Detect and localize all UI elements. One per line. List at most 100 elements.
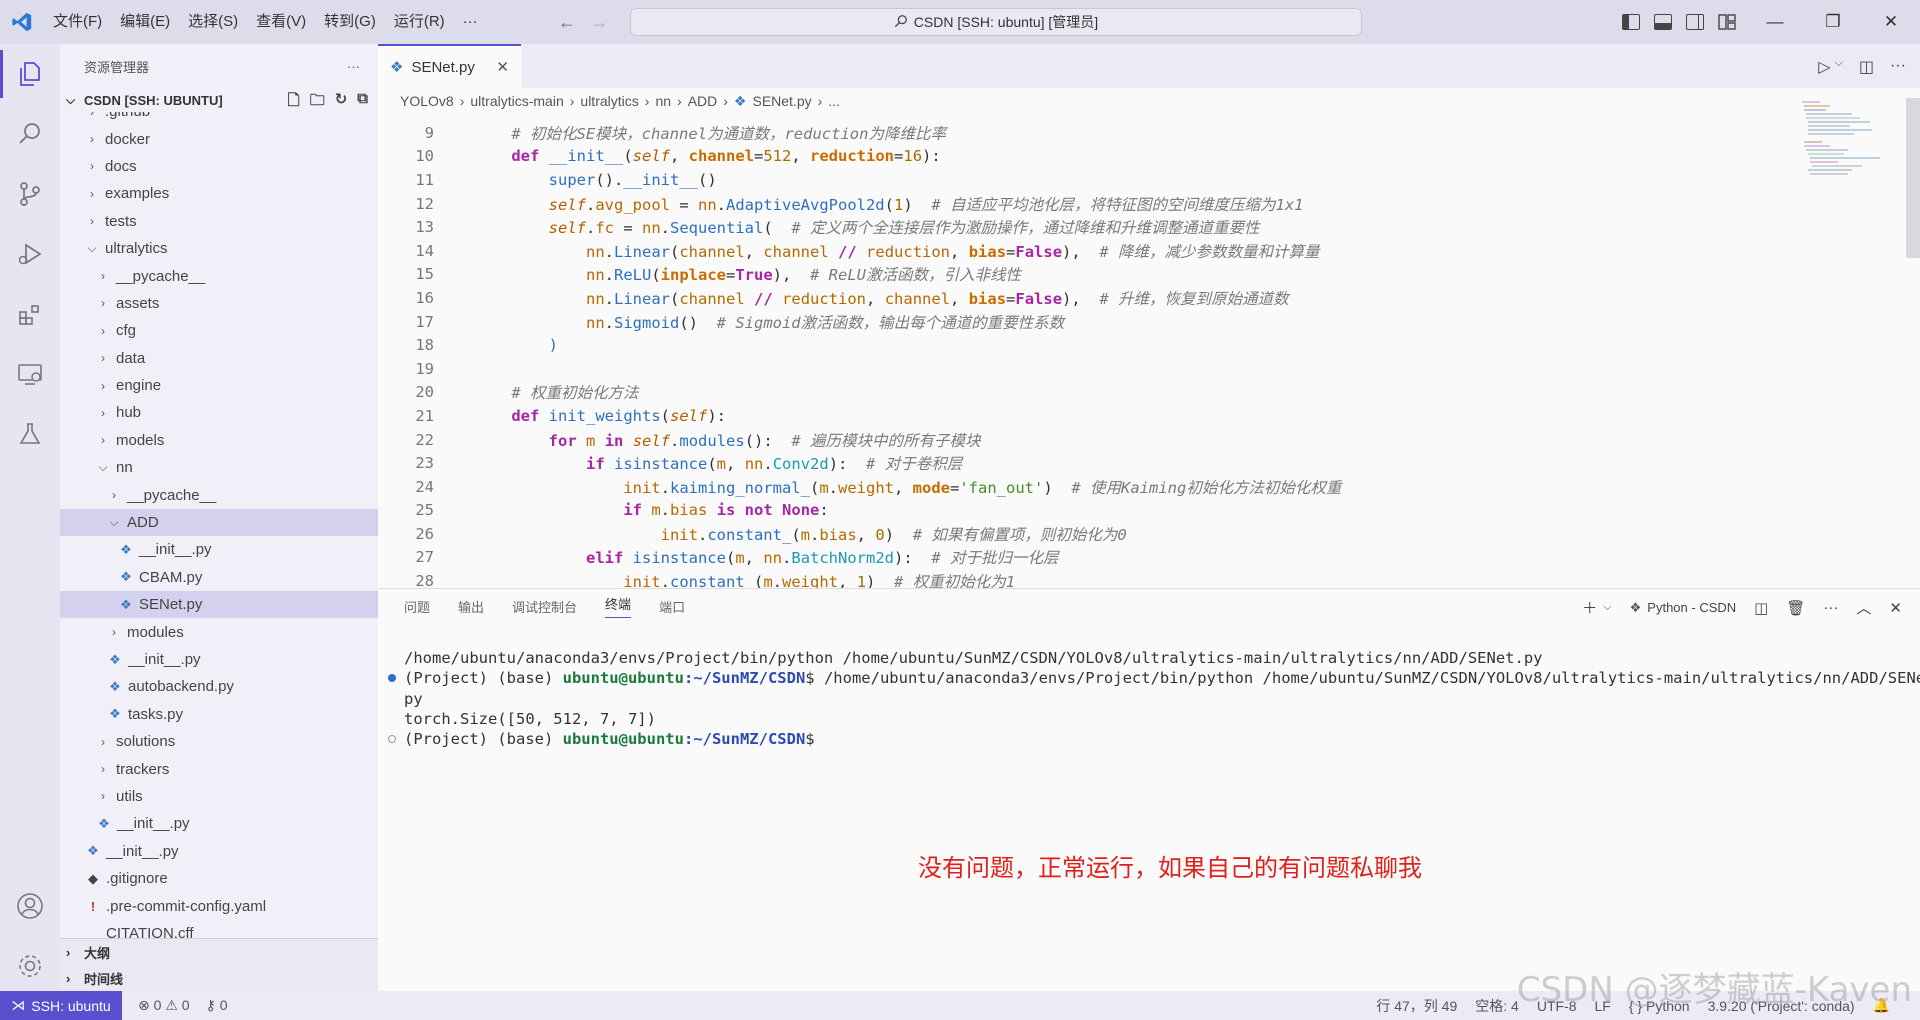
menu-run[interactable]: 运行(R) [385,0,454,44]
tree-folder[interactable]: › examples [60,180,378,207]
breadcrumb-item[interactable]: ADD [688,93,718,109]
breadcrumb-item[interactable]: ultralytics-main [470,93,563,109]
tree-folder[interactable]: › trackers [60,755,378,782]
tab-debug-console[interactable]: 调试控制台 [512,597,577,616]
explorer-icon[interactable] [0,44,60,104]
indentation[interactable]: 空格: 4 [1475,996,1519,1016]
breadcrumb-item[interactable]: YOLOv8 [400,93,454,109]
panel-more-icon[interactable]: ··· [1823,599,1838,616]
tree-file[interactable]: CITATION.cff [60,920,378,938]
ports-indicator[interactable]: ⚷ 0 [206,997,228,1014]
tree-folder[interactable]: › .github [60,112,378,125]
tree-file[interactable]: ! .pre-commit-config.yaml [60,892,378,919]
breadcrumb-item[interactable]: ... [828,93,840,109]
menu-view[interactable]: 查看(V) [247,0,315,44]
run-debug-icon[interactable] [0,224,60,284]
forward-arrow-icon[interactable]: → [590,12,608,33]
tab-terminal[interactable]: 终端 [605,594,632,618]
tree-file[interactable]: ❖ __init__.py [60,810,378,837]
outline-label: 大纲 [84,945,111,961]
tree-file[interactable]: ❖ CBAM.py [60,564,378,591]
restore-button[interactable]: ❐ [1804,0,1862,44]
menu-go[interactable]: 转到(G) [315,0,385,44]
tree-folder[interactable]: › utils [60,783,378,810]
breadcrumb-separator: › [459,93,465,109]
settings-gear-icon[interactable] [0,936,60,996]
customize-layout-icon[interactable] [1718,14,1736,30]
workspace-root-header[interactable]: ⌵ CSDN [SSH: UBUNTU] 🗋 🗀 ↻ ⧉ [60,88,378,112]
tree-folder[interactable]: › assets [60,290,378,317]
tree-file[interactable]: ❖ __init__.py [60,838,378,865]
editor-more-icon[interactable]: ··· [1890,57,1906,77]
split-editor-icon[interactable]: ◫ [1859,57,1874,77]
cursor-position[interactable]: 行 47，列 49 [1376,996,1457,1016]
command-center-search[interactable]: CSDN [SSH: ubuntu] [管理员] [630,8,1362,36]
close-tab-icon[interactable]: ✕ [496,58,509,76]
breadcrumb-item[interactable]: ultralytics [580,93,638,109]
split-terminal-icon[interactable]: ◫ [1754,599,1768,617]
source-control-icon[interactable] [0,164,60,224]
new-terminal-icon[interactable]: ＋ [1582,597,1597,618]
testing-flask-icon[interactable] [0,404,60,464]
timeline-header[interactable]: › 时间线 [60,965,378,991]
menu-selection[interactable]: 选择(S) [179,0,247,44]
code-editor[interactable]: 9 # 初始化SE模块，channel为通道数，reduction为降维比率 1… [378,121,1920,588]
tree-file[interactable]: ❖ __init__.py [60,646,378,673]
tree-folder[interactable]: › solutions [60,728,378,755]
remote-indicator[interactable]: ⋊ SSH: ubuntu [0,991,122,1020]
tree-folder[interactable]: ⌵ ultralytics [60,235,378,262]
minimap[interactable] [1800,98,1890,188]
breadcrumb-item[interactable]: SENet.py [752,93,811,109]
tab-problems[interactable]: 问题 [404,597,430,616]
minimize-button[interactable]: — [1746,0,1804,44]
run-python-file-icon[interactable]: ▷ [1818,57,1830,77]
tree-folder[interactable]: › docker [60,125,378,152]
editor-vertical-scrollbar[interactable] [1906,98,1920,258]
chevron-down-icon[interactable]: ⌵ [1603,601,1611,614]
extensions-icon[interactable] [0,284,60,344]
tree-file[interactable]: ◆ .gitignore [60,865,378,892]
tree-file[interactable]: ❖ SENet.py [60,591,378,619]
terminal-output[interactable]: /home/ubuntu/anaconda3/envs/Project/bin/… [388,649,1920,750]
close-window-button[interactable]: ✕ [1862,0,1920,44]
menu-edit[interactable]: 编辑(E) [111,0,179,44]
chevron-right-icon: › [101,734,105,749]
menu-more[interactable]: ··· [454,0,487,44]
tree-folder[interactable]: › hub [60,399,378,426]
outline-header[interactable]: › 大纲 [60,939,378,965]
chevron-down-icon[interactable]: ⌵ [1835,57,1843,77]
tree-folder[interactable]: ⌵ nn [60,454,378,481]
toggle-panel-icon[interactable] [1654,14,1672,30]
tree-folder[interactable]: › models [60,427,378,454]
back-arrow-icon[interactable]: ← [558,12,576,33]
tree-folder[interactable]: ⌵ ADD [60,508,378,537]
tree-folder[interactable]: › data [60,345,378,372]
trash-icon[interactable]: 🗑 [1786,599,1805,617]
tree-item-label: .github [105,112,150,120]
breadcrumb-item[interactable]: nn [655,93,671,109]
tree-file[interactable]: ❖ tasks.py [60,701,378,728]
toggle-primary-sidebar-icon[interactable] [1622,14,1640,30]
search-view-icon[interactable] [0,104,60,164]
tab-ports[interactable]: 端口 [659,597,685,616]
accounts-icon[interactable] [0,876,60,936]
tree-folder[interactable]: › modules [60,618,378,645]
terminal-profile-button[interactable]: ❖ Python - CSDN [1630,600,1737,616]
tree-file[interactable]: ❖ autobackend.py [60,673,378,700]
explorer-more-button[interactable]: ··· [347,59,360,74]
tree-folder[interactable]: › docs [60,153,378,180]
tree-folder[interactable]: › cfg [60,317,378,344]
tab-output[interactable]: 输出 [458,597,484,616]
tree-folder[interactable]: › __pycache__ [60,481,378,508]
tree-folder[interactable]: › engine [60,372,378,399]
remote-explorer-icon[interactable] [0,344,60,404]
tree-folder[interactable]: › tests [60,208,378,235]
toggle-secondary-sidebar-icon[interactable] [1686,14,1704,30]
tab-senet-py[interactable]: ❖ SENet.py ✕ [378,44,521,88]
menu-file[interactable]: 文件(F) [44,0,111,44]
problems-indicator[interactable]: ⊗ 0 ⚠ 0 [138,997,190,1014]
tree-file[interactable]: ❖ __init__.py [60,536,378,563]
tree-folder[interactable]: › __pycache__ [60,262,378,289]
close-panel-icon[interactable]: ✕ [1889,599,1902,617]
maximize-panel-icon[interactable]: ︿ [1856,597,1871,618]
